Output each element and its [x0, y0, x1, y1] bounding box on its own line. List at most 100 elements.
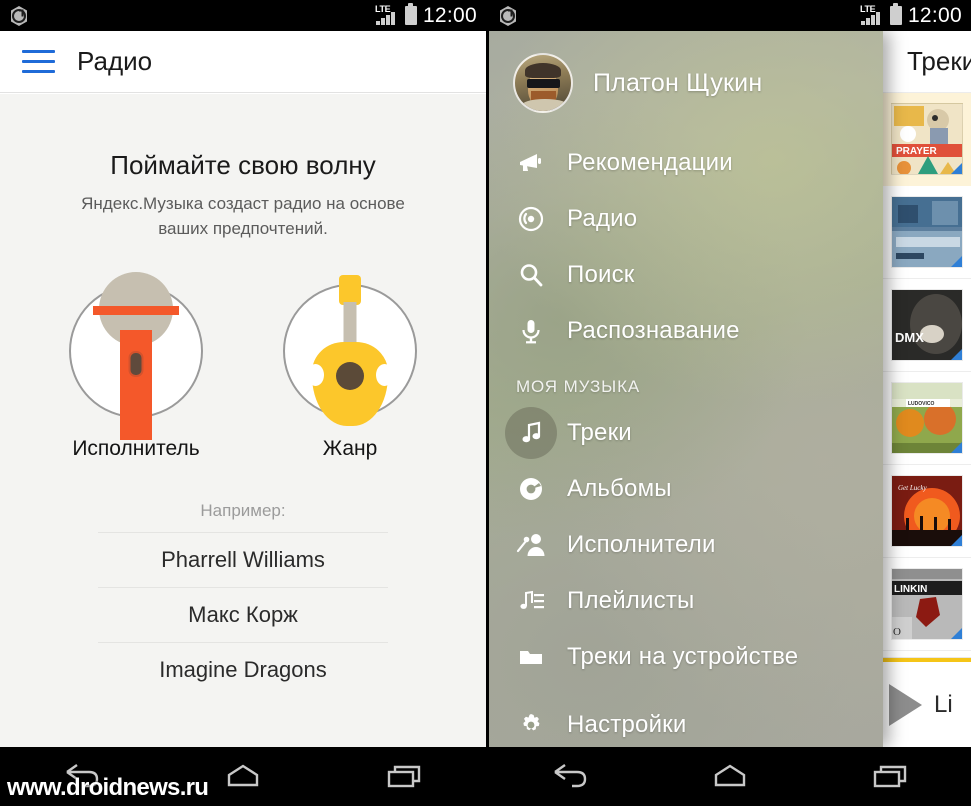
gear-icon	[516, 710, 546, 740]
sidebar-item-label: Треки	[567, 419, 632, 446]
sidebar-item-recognition[interactable]: Распознавание	[489, 303, 883, 359]
choice-genre[interactable]: Жанр	[283, 275, 417, 461]
guitar-icon	[283, 275, 417, 427]
choice-genre-label: Жанр	[322, 437, 378, 461]
blue-photo-cover	[891, 196, 963, 268]
yandex-music-logo-icon	[7, 4, 31, 28]
linkin-park-cover: LINKIN O	[891, 568, 963, 640]
sidebar-item-device-tracks[interactable]: Треки на устройстве	[489, 629, 883, 685]
radio-content: Поймайте свою волну Яндекс.Музыка создас…	[0, 94, 486, 747]
mini-player-bar[interactable]: Li	[879, 657, 971, 747]
svg-text:LUDOVICO: LUDOVICO	[908, 401, 935, 407]
table-row[interactable]: PRAYER	[879, 93, 971, 186]
choice-artist[interactable]: Исполнитель	[69, 272, 203, 461]
status-clock: 12:00	[422, 3, 477, 27]
sidebar-item-search[interactable]: Поиск	[489, 247, 883, 303]
drawer-section-label: МОЯ МУЗЫКА	[516, 377, 641, 396]
sidebar-item-recommendations[interactable]: Рекомендации	[489, 135, 883, 191]
right-phone-screen: LTE 12:00 Треки PRAYER DMX LUDOVICO Get …	[486, 0, 971, 806]
svg-text:Get Lucky: Get Lucky	[898, 484, 927, 492]
left-phone-screen: LTE 12:00 Радио Поймайте свою волну Янде…	[0, 0, 486, 806]
table-row[interactable]: Get Lucky	[879, 465, 971, 558]
microphone-icon	[516, 316, 546, 346]
battery-full-icon	[404, 3, 417, 25]
sidebar-item-playlists[interactable]: Плейлисты	[489, 573, 883, 629]
sidebar-item-albums[interactable]: Альбомы	[489, 461, 883, 517]
disc-icon	[516, 474, 546, 504]
page-title: Радио	[77, 46, 153, 76]
status-clock: 12:00	[907, 3, 962, 27]
music-note-icon	[516, 418, 546, 448]
sidebar-item-label: Исполнители	[567, 531, 716, 558]
folder-icon	[516, 642, 546, 672]
battery-full-icon	[889, 3, 902, 25]
sidebar-item-tracks[interactable]: Треки	[489, 405, 883, 461]
radio-subheading: Яндекс.Музыка создаст радио на основе ва…	[81, 194, 405, 238]
recents-icon[interactable]	[375, 758, 435, 796]
table-row[interactable]: LUDOVICO	[879, 372, 971, 465]
status-indicators-left: LTE 12:00	[373, 3, 477, 28]
sidebar-item-label: Радио	[567, 205, 638, 232]
navigation-drawer: Платон Щукин Рекомендации Радио Поиск Ра…	[489, 31, 883, 747]
avatar[interactable]	[513, 53, 573, 113]
sidebar-item-label: Распознавание	[567, 317, 740, 344]
sidebar-item-label: Плейлисты	[567, 587, 695, 614]
site-watermark: www.droidnews.ru	[7, 774, 209, 801]
svg-text:DMX: DMX	[895, 330, 924, 345]
radio-choices: Исполнитель Жанр	[69, 272, 417, 461]
svg-text:PRAYER: PRAYER	[896, 146, 938, 157]
android-nav-bar-right	[489, 747, 971, 806]
prayer-in-c-cover: PRAYER	[891, 103, 963, 175]
megaphone-icon	[516, 148, 546, 178]
dmx-cover: DMX	[891, 289, 963, 361]
home-icon[interactable]	[213, 758, 273, 796]
screenshot-root: LTE 12:00 Радио Поймайте свою волну Янде…	[0, 0, 971, 806]
playlist-icon	[516, 586, 546, 616]
sidebar-item-label: Настройки	[567, 711, 687, 738]
sidebar-item-label: Поиск	[567, 261, 635, 288]
play-icon[interactable]	[889, 684, 922, 726]
left-toolbar: Радио	[0, 31, 486, 93]
table-row[interactable]	[879, 186, 971, 279]
list-item[interactable]: Макс Корж	[98, 587, 388, 642]
examples-title: Например:	[200, 501, 286, 521]
signal-bars-icon: LTE	[858, 4, 884, 26]
radio-waves-icon	[516, 204, 546, 234]
list-item[interactable]: Imagine Dragons	[98, 642, 388, 697]
list-item[interactable]: Pharrell Williams	[98, 532, 388, 587]
recents-icon[interactable]	[861, 758, 921, 796]
tracks-list-screen: Треки PRAYER DMX LUDOVICO Get Lucky LINK…	[879, 31, 971, 747]
svg-text:LINKIN: LINKIN	[894, 584, 927, 595]
status-indicators-right: LTE 12:00	[858, 3, 962, 28]
examples-list: Например: Pharrell Williams Макс Корж Im…	[98, 501, 388, 697]
microphone-icon	[69, 272, 203, 441]
table-row[interactable]: LINKIN O	[879, 558, 971, 651]
search-icon	[516, 260, 546, 290]
sidebar-item-artists[interactable]: Исполнители	[489, 517, 883, 573]
artist-mic-icon	[516, 530, 546, 560]
signal-bars-icon: LTE	[373, 4, 399, 26]
hamburger-menu-icon[interactable]	[22, 50, 55, 73]
ludovico-einaudi-cover: LUDOVICO	[891, 382, 963, 454]
sidebar-item-radio[interactable]: Радио	[489, 191, 883, 247]
player-track-title: Li	[934, 691, 953, 718]
svg-text:O: O	[893, 626, 901, 638]
right-stage: Треки PRAYER DMX LUDOVICO Get Lucky LINK…	[489, 31, 971, 747]
tracks-toolbar: Треки	[879, 31, 971, 93]
status-bar-left: LTE 12:00	[0, 0, 486, 31]
sidebar-item-label: Альбомы	[567, 475, 672, 502]
get-lucky-cover: Get Lucky	[891, 475, 963, 547]
drawer-divider-gap	[489, 685, 883, 697]
table-row[interactable]: DMX	[879, 279, 971, 372]
radio-heading: Поймайте свою волну	[110, 150, 376, 180]
drawer-account-header[interactable]: Платон Щукин	[489, 31, 883, 135]
tracks-page-title: Треки	[907, 46, 971, 76]
status-bar-right: LTE 12:00	[489, 0, 971, 31]
sidebar-item-label: Треки на устройстве	[567, 643, 799, 670]
choice-artist-label: Исполнитель	[72, 437, 200, 461]
home-icon[interactable]	[700, 758, 760, 796]
account-name: Платон Щукин	[593, 68, 763, 97]
sidebar-item-label: Рекомендации	[567, 149, 733, 176]
back-icon[interactable]	[539, 758, 599, 796]
sidebar-item-settings[interactable]: Настройки	[489, 697, 883, 747]
